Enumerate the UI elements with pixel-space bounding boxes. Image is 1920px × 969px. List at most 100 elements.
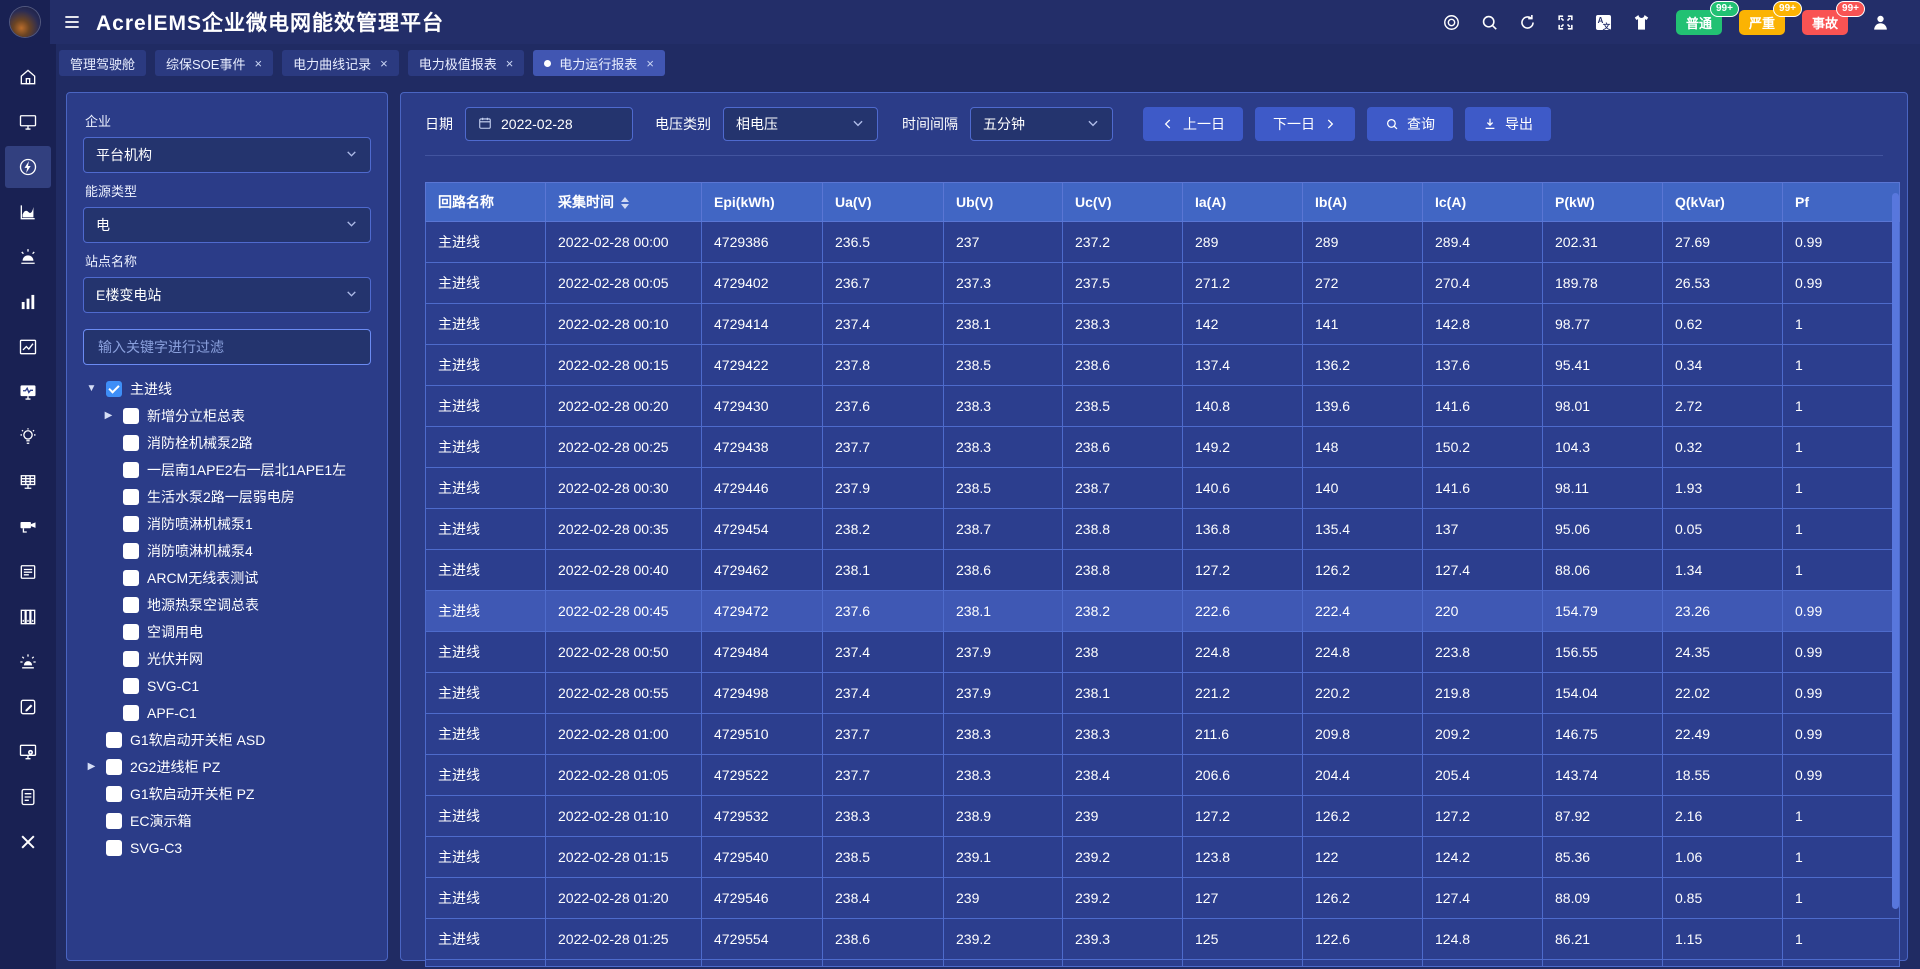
tree-checkbox[interactable]: [106, 732, 122, 748]
tree-checkbox[interactable]: [106, 813, 122, 829]
export-button[interactable]: 导出: [1465, 107, 1551, 141]
column-header-采集时间[interactable]: 采集时间: [546, 183, 702, 222]
search-icon[interactable]: [1480, 13, 1499, 32]
tree-node[interactable]: 消防喷淋机械泵1: [83, 510, 371, 537]
sidebar-item-cabinet[interactable]: [5, 596, 51, 638]
alarm-badge[interactable]: 严重99+: [1739, 10, 1785, 35]
date-picker[interactable]: 2022-02-28: [465, 107, 633, 141]
tree-checkbox[interactable]: [106, 786, 122, 802]
sort-carets-icon[interactable]: [621, 197, 629, 209]
tree-node[interactable]: APF-C1: [83, 699, 371, 726]
company-select[interactable]: 平台机构: [83, 137, 371, 173]
vertical-scrollbar[interactable]: [1892, 193, 1899, 909]
tree-node[interactable]: G1软启动开关柜 PZ: [83, 780, 371, 807]
sidebar-item-bar-chart[interactable]: [5, 281, 51, 323]
sidebar-item-line-chart[interactable]: [5, 326, 51, 368]
sidebar-item-monitor[interactable]: [5, 101, 51, 143]
fullscreen-icon[interactable]: [1556, 13, 1575, 32]
table-row[interactable]: 主进线2022-02-28 00:004729386236.5237237.22…: [426, 222, 1900, 263]
tree-checkbox[interactable]: [123, 489, 139, 505]
sidebar-item-solar-panel[interactable]: [5, 461, 51, 503]
table-row[interactable]: 主进线2022-02-28 00:354729454238.2238.7238.…: [426, 509, 1900, 550]
tree-checkbox[interactable]: [123, 543, 139, 559]
tree-node[interactable]: G1软启动开关柜 ASD: [83, 726, 371, 753]
tree-checkbox[interactable]: [123, 516, 139, 532]
tree-node[interactable]: EC演示箱: [83, 807, 371, 834]
alarm-badge[interactable]: 事故99+: [1802, 10, 1848, 35]
expand-arrow-icon[interactable]: ▶: [102, 410, 115, 421]
next-day-button[interactable]: 下一日: [1255, 107, 1355, 141]
tree-checkbox[interactable]: [106, 759, 122, 775]
tree-checkbox[interactable]: [123, 624, 139, 640]
tree-node[interactable]: 消防栓机械泵2路: [83, 429, 371, 456]
table-row[interactable]: 主进线2022-02-28 01:004729510237.7238.3238.…: [426, 714, 1900, 755]
table-row[interactable]: 主进线2022-02-28 00:554729498237.4237.9238.…: [426, 673, 1900, 714]
translate-icon[interactable]: A文: [1594, 13, 1613, 32]
tree-checkbox[interactable]: [123, 570, 139, 586]
sidebar-item-energy[interactable]: [5, 146, 51, 188]
theme-icon[interactable]: [1632, 13, 1651, 32]
alarm-badge[interactable]: 普通99+: [1676, 10, 1722, 35]
menu-toggle-icon[interactable]: [62, 12, 82, 32]
tree-node[interactable]: ARCM无线表测试: [83, 564, 371, 591]
table-row[interactable]: 主进线2022-02-28 01:154729540238.5239.1239.…: [426, 837, 1900, 878]
support-icon[interactable]: [1442, 13, 1461, 32]
tree-checkbox[interactable]: [123, 462, 139, 478]
sidebar-item-doc-panel[interactable]: [5, 551, 51, 593]
tree-node[interactable]: 生活水泵2路一层弱电房: [83, 483, 371, 510]
sidebar-item-tools[interactable]: [5, 821, 51, 863]
table-row[interactable]: 主进线2022-02-28 01:254729554238.6239.2239.…: [426, 919, 1900, 960]
tab-电力运行报表[interactable]: 电力运行报表×: [533, 50, 665, 76]
tree-node[interactable]: 一层南1APE2右一层北1APE1左: [83, 456, 371, 483]
query-button[interactable]: 查询: [1367, 107, 1453, 141]
sidebar-item-camera[interactable]: [5, 506, 51, 548]
tree-node[interactable]: SVG-C1: [83, 672, 371, 699]
tree-node[interactable]: 光伏并网: [83, 645, 371, 672]
tree-checkbox[interactable]: [106, 381, 122, 397]
close-icon[interactable]: ×: [380, 56, 388, 71]
tree-node[interactable]: ▶新增分立柜总表: [83, 402, 371, 429]
tab-电力极值报表[interactable]: 电力极值报表×: [408, 50, 525, 76]
sidebar-item-bulb[interactable]: [5, 416, 51, 458]
tree-checkbox[interactable]: [123, 408, 139, 424]
voltage-type-select[interactable]: 相电压: [723, 107, 878, 141]
expand-arrow-icon[interactable]: ▼: [85, 383, 98, 394]
tree-node[interactable]: 地源热泵空调总表: [83, 591, 371, 618]
table-row[interactable]: 主进线2022-02-28 01:204729546238.4239239.21…: [426, 878, 1900, 919]
tree-checkbox[interactable]: [106, 840, 122, 856]
user-icon[interactable]: [1871, 13, 1890, 32]
tree-node[interactable]: ▶2G2进线柜 PZ: [83, 753, 371, 780]
sidebar-item-alarm-light[interactable]: [5, 641, 51, 683]
tree-filter-input[interactable]: [96, 338, 358, 356]
refresh-icon[interactable]: [1518, 13, 1537, 32]
interval-select[interactable]: 五分钟: [970, 107, 1113, 141]
tree-checkbox[interactable]: [123, 651, 139, 667]
sidebar-item-monitor-gear[interactable]: [5, 731, 51, 773]
close-icon[interactable]: ×: [506, 56, 514, 71]
sidebar-item-monitor-pulse[interactable]: [5, 371, 51, 413]
sidebar-item-document[interactable]: [5, 776, 51, 818]
tree-node[interactable]: 消防喷淋机械泵4: [83, 537, 371, 564]
avatar[interactable]: [10, 7, 40, 37]
table-row[interactable]: 主进线2022-02-28 00:204729430237.6238.3238.…: [426, 386, 1900, 427]
tree-checkbox[interactable]: [123, 435, 139, 451]
table-row[interactable]: 主进线2022-02-28 01:054729522237.7238.3238.…: [426, 755, 1900, 796]
tree-node[interactable]: ▼主进线: [83, 375, 371, 402]
expand-arrow-icon[interactable]: ▶: [85, 761, 98, 772]
tab-管理驾驶舱[interactable]: 管理驾驶舱: [59, 50, 146, 76]
table-row[interactable]: 主进线2022-02-28 01:104729532238.3238.92391…: [426, 796, 1900, 837]
tab-电力曲线记录[interactable]: 电力曲线记录×: [282, 50, 399, 76]
close-icon[interactable]: ×: [646, 56, 654, 71]
tree-checkbox[interactable]: [123, 678, 139, 694]
table-row[interactable]: 主进线2022-02-28 00:254729438237.7238.3238.…: [426, 427, 1900, 468]
table-row[interactable]: 主进线2022-02-28 00:154729422237.8238.5238.…: [426, 345, 1900, 386]
tab-综保SOE事件[interactable]: 综保SOE事件×: [155, 50, 273, 76]
tree-checkbox[interactable]: [123, 597, 139, 613]
tree-checkbox[interactable]: [123, 705, 139, 721]
close-icon[interactable]: ×: [254, 56, 262, 71]
prev-day-button[interactable]: 上一日: [1143, 107, 1243, 141]
table-row[interactable]: 主进线2022-02-28 00:454729472237.6238.1238.…: [426, 591, 1900, 632]
table-row[interactable]: 主进线2022-02-28 00:104729414237.4238.1238.…: [426, 304, 1900, 345]
sidebar-item-trend-area[interactable]: [5, 191, 51, 233]
table-row[interactable]: 主进线2022-02-28 00:504729484237.4237.92382…: [426, 632, 1900, 673]
